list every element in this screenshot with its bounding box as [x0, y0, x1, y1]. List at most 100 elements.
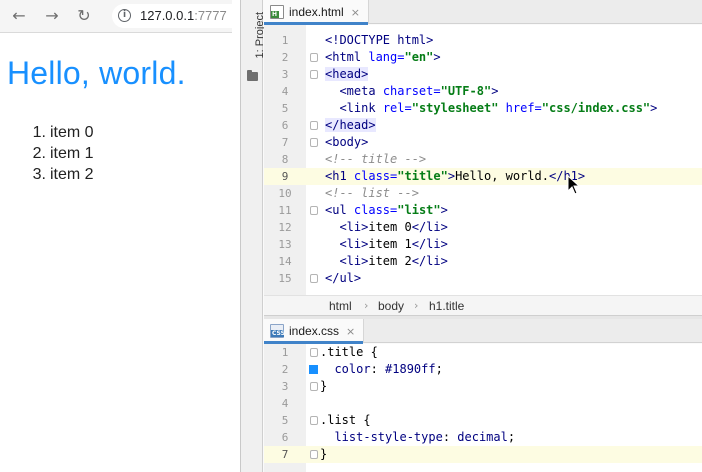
line-number: 5	[281, 414, 289, 427]
line-number: 6	[281, 119, 289, 132]
line-number: 5	[281, 102, 289, 115]
line-number: 8	[281, 153, 289, 166]
line-number: 15	[278, 272, 292, 285]
fold-icon[interactable]	[310, 274, 318, 283]
url-port: :7777	[194, 8, 227, 23]
line-number: 4	[281, 397, 289, 410]
url-text[interactable]: 127.0.0.1:7777	[140, 8, 227, 23]
code-line[interactable]: 3 <head>	[264, 66, 702, 83]
code-line[interactable]: 13 <li>item 1</li>	[264, 236, 702, 253]
list-item-number: 2.	[32, 145, 46, 162]
fold-icon[interactable]	[310, 450, 318, 459]
css-editor[interactable]: 1 .title { 2 color: #1890ff; 3} 4 5 .list …	[264, 344, 702, 472]
breadcrumb-item[interactable]: html	[329, 299, 352, 313]
tab-label: index.html	[289, 5, 344, 19]
line-number: 4	[281, 85, 289, 98]
browser-window: ← → ↻ i 127.0.0.1:7777 Hello, world. 1. i…	[0, 0, 242, 472]
code-line[interactable]: 10 <!-- list -->	[264, 185, 702, 202]
code-line[interactable]: 5 .list {	[264, 412, 702, 429]
project-tool-button[interactable]: 1: Project	[242, 10, 266, 81]
line-number: 11	[278, 204, 292, 217]
arrow-left-icon[interactable]: ←	[8, 5, 30, 27]
fold-icon[interactable]	[310, 138, 318, 147]
arrow-right-icon[interactable]: →	[41, 5, 63, 27]
code-line[interactable]: 6 </head>	[264, 117, 702, 134]
color-swatch-icon[interactable]	[309, 365, 318, 374]
code-line[interactable]: 2 <html lang="en">	[264, 49, 702, 66]
html-editor[interactable]: 1 <!DOCTYPE html> 2 <html lang="en"> 3 <hea…	[264, 25, 702, 295]
fold-icon[interactable]	[310, 206, 318, 215]
line-number: 3	[281, 380, 289, 393]
code-line-current[interactable]: 7}	[264, 446, 702, 463]
line-number: 7	[281, 448, 289, 461]
fold-icon[interactable]	[310, 70, 318, 79]
list-item: 3. item 2	[30, 164, 94, 185]
page-heading: Hello, world.	[7, 55, 186, 91]
list-item-number: 3.	[32, 166, 46, 183]
mouse-cursor-icon	[567, 175, 581, 195]
page-ordered-list: 1. item 0 2. item 1 3. item 2	[30, 122, 94, 185]
line-number: 2	[281, 51, 289, 64]
code-line[interactable]: 2 color: #1890ff;	[264, 361, 702, 378]
fold-icon[interactable]	[310, 121, 318, 130]
tab-label: index.css	[289, 324, 340, 338]
info-icon[interactable]: i	[118, 9, 131, 22]
code-line[interactable]: 5 <link rel="stylesheet" href="css/index…	[264, 100, 702, 117]
code-line[interactable]: 1 <!DOCTYPE html>	[264, 32, 702, 49]
html-file-badge: H	[271, 11, 279, 18]
fold-icon[interactable]	[310, 53, 318, 62]
line-number: 2	[281, 363, 289, 376]
line-number: 12	[278, 221, 292, 234]
breadcrumb-item[interactable]: body	[378, 299, 404, 313]
fold-icon[interactable]	[310, 348, 318, 357]
url-host: 127.0.0.1	[140, 8, 195, 23]
address-bar[interactable]: i 127.0.0.1:7777	[112, 4, 242, 28]
tool-window-strip: 1: Project	[241, 0, 266, 472]
html-file-icon: H	[270, 5, 284, 19]
line-number: 10	[278, 187, 292, 200]
line-number: 7	[281, 136, 289, 149]
code-line[interactable]: 6 list-style-type: decimal;	[264, 429, 702, 446]
folder-icon	[247, 70, 258, 81]
code-line[interactable]: 1 .title {	[264, 344, 702, 361]
line-number: 1	[281, 34, 289, 47]
list-item-number: 1.	[32, 124, 46, 141]
line-number: 13	[278, 238, 292, 251]
code-line[interactable]: 3}	[264, 378, 702, 395]
line-number: 6	[281, 431, 289, 444]
close-icon[interactable]: ×	[346, 325, 355, 338]
code-line[interactable]: 4	[264, 395, 702, 412]
fold-icon[interactable]	[310, 416, 318, 425]
tab-index-html[interactable]: H index.html ×	[264, 0, 369, 25]
tab-index-css[interactable]: CSS index.css ×	[264, 319, 365, 344]
css-file-badge: CSS	[271, 330, 285, 337]
code-line[interactable]: 11 <ul class="list">	[264, 202, 702, 219]
fold-icon[interactable]	[310, 382, 318, 391]
html-tab-bar: H index.html ×	[264, 0, 702, 25]
code-line[interactable]: 12 <li>item 0</li>	[264, 219, 702, 236]
line-number: 3	[281, 68, 289, 81]
line-number: 14	[278, 255, 292, 268]
list-item: 1. item 0	[30, 122, 94, 143]
code-line[interactable]: 4 <meta charset="UTF-8">	[264, 83, 702, 100]
breadcrumb-item[interactable]: h1.title	[429, 299, 464, 313]
chevron-right-icon: ›	[414, 299, 419, 312]
ide-window: 1: Project H index.html × 1 <!DOCTYPE htm…	[240, 0, 702, 472]
list-item-text: item 2	[50, 166, 94, 183]
list-item-text: item 0	[50, 124, 94, 141]
code-line-current[interactable]: 9 <h1 class="title">Hello, world.</h1>	[264, 168, 702, 185]
reload-icon[interactable]: ↻	[73, 5, 95, 27]
line-number: 9	[281, 170, 289, 183]
chevron-right-icon: ›	[364, 299, 369, 312]
code-line[interactable]: 14 <li>item 2</li>	[264, 253, 702, 270]
css-file-icon: CSS	[270, 324, 285, 338]
line-number: 1	[281, 346, 289, 359]
code-line[interactable]: 7 <body>	[264, 134, 702, 151]
close-icon[interactable]: ×	[351, 6, 360, 19]
code-line[interactable]: 15 </ul>	[264, 270, 702, 287]
list-item-text: item 1	[50, 145, 94, 162]
list-item: 2. item 1	[30, 143, 94, 164]
code-line[interactable]: 8 <!-- title -->	[264, 151, 702, 168]
browser-toolbar: ← → ↻ i 127.0.0.1:7777	[0, 0, 242, 33]
css-tab-bar: CSS index.css ×	[264, 319, 702, 344]
